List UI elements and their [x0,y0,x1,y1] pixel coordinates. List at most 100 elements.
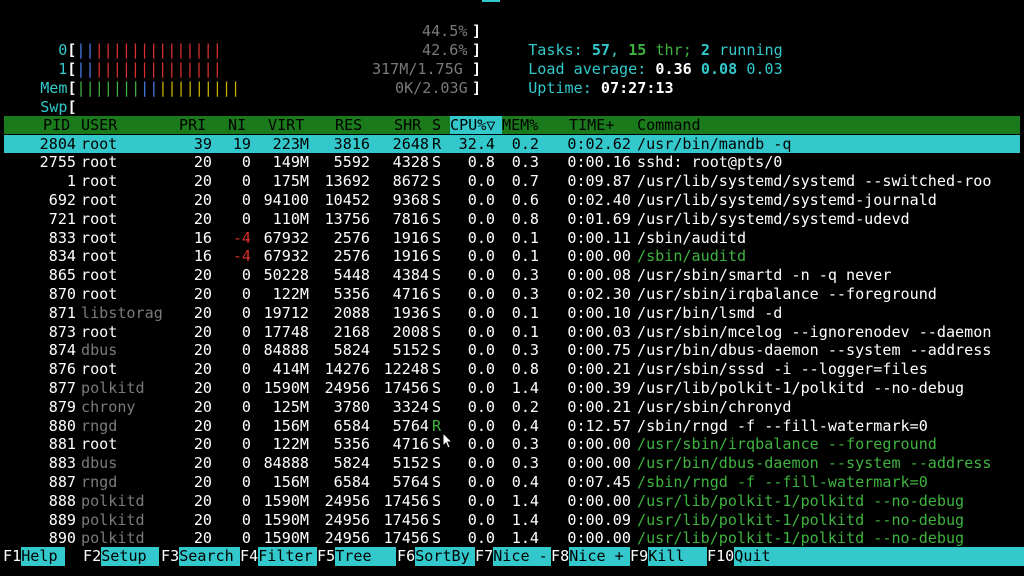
col-shr[interactable]: SHR [394,116,421,134]
process-state: S [432,341,442,360]
process-virt: 175M [272,172,309,191]
col-pid[interactable]: PID [43,116,70,134]
process-pid: 888 [48,491,76,510]
process-priority: 20 [193,190,212,209]
process-row[interactable]: 883 dbus 20 0 84888 5824 5152 S 0.0 0.3 0:00.00/us… [4,454,1020,473]
process-virt: 50228 [263,266,309,285]
process-virt: 125M [272,397,309,416]
process-row[interactable]: 721 root 20 0 110M 13756 7816 S 0.0 0.8 0:01.69/us… [4,210,1020,229]
process-virt: 223M [272,134,309,153]
process-virt: 94100 [263,190,309,209]
process-shr: 4384 [392,266,429,285]
process-row[interactable]: 833 root 16 -4 67932 2576 1916 S 0.0 0.1 0:00.11/s… [4,229,1020,248]
fkey-label-search[interactable]: Search [179,547,240,566]
process-user: chrony [81,397,136,416]
process-res: 2088 [333,303,370,322]
process-row[interactable]: 879 chrony 20 0 125M 3780 3324 S 0.0 0.2 0:00.21/u… [4,398,1020,417]
process-row[interactable]: 871 libstorag 20 0 19712 2088 1936 S 0.0 0.1 0:00.… [4,304,1020,323]
col-user[interactable]: USER [81,116,117,134]
cpu0-close-bracket: ] [472,22,482,40]
col-command[interactable]: Command [637,116,701,134]
fkey-f7[interactable]: F7 [475,547,493,566]
process-row[interactable]: 889 polkitd 20 0 1590M 24956 17456 S 0.0 1.4 0:00.… [4,511,1020,530]
process-priority: 20 [193,378,212,397]
fkey-f9[interactable]: F9 [630,547,648,566]
col-ni[interactable]: NI [228,116,246,134]
fkey-f3[interactable]: F3 [161,547,179,566]
process-mem: 0.8 [511,360,539,379]
fkey-label-nice[interactable]: Nice - [493,547,551,566]
process-pid: 865 [48,266,76,285]
mem-bars-yellow: ||||||||| [158,78,241,97]
col-pri[interactable]: PRI [179,116,206,134]
process-nice: -4 [232,247,251,266]
fkey-label-kill[interactable]: Kill [648,547,707,566]
process-shr: 1936 [392,303,429,322]
process-shr: 4716 [392,435,429,454]
process-shr: 8672 [392,172,429,191]
process-row[interactable]: 865 root 20 0 50228 5448 4384 S 0.0 0.3 0:00.08/us… [4,266,1020,285]
process-row[interactable]: 881 root 20 0 122M 5356 4716 S 0.0 0.3 0:00.00/usr… [4,435,1020,454]
process-mem: 0.3 [511,153,539,172]
process-mem: 0.1 [511,247,539,266]
col-cpu-sorted[interactable]: CPU%▽ [450,116,502,134]
process-row[interactable]: 887 rngd 20 0 156M 6584 5764 S 0.0 0.4 0:07.45/sbi… [4,473,1020,492]
process-cpu: 0.0 [467,190,495,209]
cpu1-percent: 42.6% [422,41,468,59]
process-pid: 873 [48,322,76,341]
process-row[interactable]: 876 root 20 0 414M 14276 12248 S 0.0 0.8 0:00.21/u… [4,360,1020,379]
process-time: 0:00.21 [567,360,631,379]
process-row[interactable]: 890 polkitd 20 0 1590M 24956 17456 S 0.0 1.4 0:00.… [4,529,1020,548]
process-user: polkitd [81,491,145,510]
process-user: rngd [81,416,118,435]
col-time[interactable]: TIME+ [569,116,614,134]
fkey-label-nice[interactable]: Nice + [569,547,630,566]
process-mem: 1.4 [511,529,539,548]
process-row[interactable]: 1 root 20 0 175M 13692 8672 S 0.0 0.7 0:09.87/usr/… [4,172,1020,191]
process-row[interactable]: 877 polkitd 20 0 1590M 24956 17456 S 0.0 1.4 0:00.… [4,379,1020,398]
col-state[interactable]: S [432,116,441,134]
process-virt: 122M [272,284,309,303]
mouse-pointer-icon [442,432,454,449]
process-row[interactable]: 888 polkitd 20 0 1590M 24956 17456 S 0.0 1.4 0:00.… [4,492,1020,511]
fkey-label-quit[interactable]: Quit [734,547,779,566]
process-pid: 692 [48,190,76,209]
process-state: S [432,435,442,454]
fkey-f1[interactable]: F1 [3,547,21,566]
process-row[interactable]: 2755 root 20 0 149M 5592 4328 S 0.8 0.3 0:00.16 ssh… [4,153,1020,172]
process-user: polkitd [81,510,145,529]
fkey-f8[interactable]: F8 [551,547,569,566]
col-virt[interactable]: VIRT [268,116,304,134]
process-row[interactable]: 2804 root 39 19 223M 3816 2648 R 32.4 0.2 0:02.62 /… [4,134,1020,154]
process-res: 6584 [333,472,370,491]
process-virt: 1590M [263,529,309,548]
process-user: dbus [81,341,118,360]
col-mem[interactable]: MEM% [502,116,538,134]
process-row[interactable]: 874 dbus 20 0 84888 5824 5152 S 0.0 0.3 0:00.75/us… [4,341,1020,360]
fkey-label-sortby[interactable]: SortBy [415,547,475,566]
process-row[interactable]: 870 root 20 0 122M 5356 4716 S 0.0 0.3 0:02.30/usr… [4,285,1020,304]
process-row[interactable]: 873 root 20 0 17748 2168 2008 S 0.0 0.1 0:00.03/us… [4,323,1020,342]
col-res[interactable]: RES [335,116,362,134]
process-nice: 0 [241,435,251,454]
process-shr: 2648 [392,134,429,153]
fkey-f6[interactable]: F6 [397,547,415,566]
process-row[interactable]: 834 root 16 -4 67932 2576 1916 S 0.0 0.1 0:00.00/s… [4,247,1020,266]
process-cpu: 0.0 [467,435,495,454]
process-row[interactable]: 880 rngd 20 0 156M 6584 5764 R 0.0 0.4 0:12.57/sbi… [4,417,1020,436]
fkey-f2[interactable]: F2 [83,547,101,566]
process-mem: 1.4 [511,510,539,529]
fkey-label-filter[interactable]: Filter [258,547,317,566]
fkey-label-tree[interactable]: Tree [335,547,396,566]
process-pid: 721 [48,209,76,228]
process-row[interactable]: 692 root 20 0 94100 10452 9368 S 0.0 0.6 0:02.40/u… [4,191,1020,210]
process-priority: 20 [193,360,212,379]
fkey-label-help[interactable]: Help [21,547,65,566]
footer-fill [776,547,1024,566]
fkey-label-setup[interactable]: Setup [101,547,159,566]
process-mem: 0.1 [511,322,539,341]
fkey-f5[interactable]: F5 [317,547,335,566]
fkey-f4[interactable]: F4 [240,547,258,566]
fkey-f10[interactable]: F10 [707,547,734,566]
process-command: /usr/sbin/mcelog --ignorenodev --daemon [637,322,992,341]
